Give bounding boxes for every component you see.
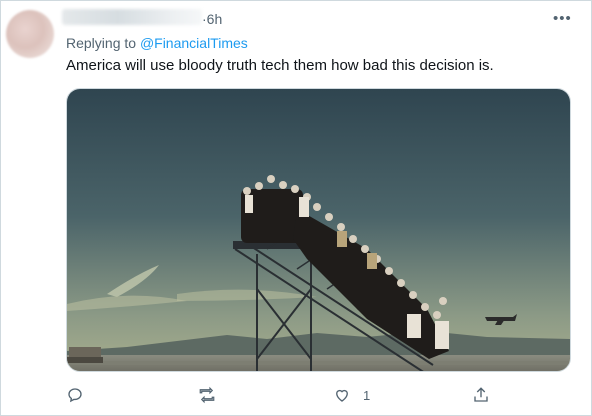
like-count: 1 [363,387,371,403]
heart-icon [336,389,348,402]
share-button[interactable] [472,384,502,406]
retweet-button[interactable] [198,384,228,406]
airport-stairs-photo [67,89,570,371]
retweet-icon [199,386,215,404]
tweet-actions: 1 [0,384,592,408]
replying-prefix: Replying to [66,35,140,51]
reply-button[interactable] [66,384,96,406]
tweet-timestamp[interactable]: ·6h [202,11,222,27]
timestamp-label[interactable]: 6h [207,11,223,27]
like-button[interactable]: 1 [333,384,370,406]
share-icon [474,387,488,402]
reply-icon [68,388,82,403]
tweet-text: America will use bloody truth tech them … [66,57,494,74]
replying-to: Replying to @FinancialTimes [66,35,248,51]
replying-handle-link[interactable]: @FinancialTimes [140,35,248,51]
tweet-media-image[interactable] [66,88,571,372]
more-options-button[interactable]: ••• [553,10,572,27]
avatar[interactable] [6,10,54,58]
author-name-blurred[interactable] [62,9,202,25]
